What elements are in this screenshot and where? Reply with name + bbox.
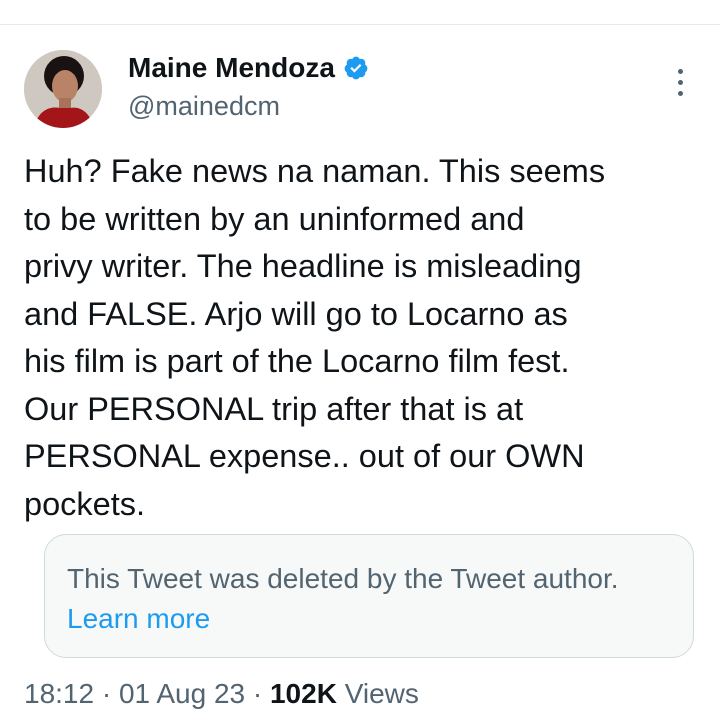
deleted-quote-card[interactable]: This Tweet was deleted by the Tweet auth… — [44, 534, 694, 658]
more-options-button[interactable] — [664, 62, 696, 102]
learn-more-link[interactable]: Learn more — [67, 603, 210, 634]
more-dot-icon — [677, 79, 683, 85]
author-display-name[interactable]: Maine Mendoza — [128, 52, 335, 84]
more-dot-icon — [677, 68, 683, 74]
tweet-text: Huh? Fake news na naman. This seems to b… — [24, 153, 606, 522]
deleted-notice: This Tweet was deleted by the Tweet auth… — [67, 559, 667, 639]
author-handle[interactable]: @mainedcm — [128, 90, 280, 122]
more-dot-icon — [677, 90, 683, 96]
tweet-date[interactable]: 01 Aug 23 — [119, 678, 245, 709]
tweet-meta: 18:12 · 01 Aug 23 · 102K Views — [24, 674, 419, 714]
meta-separator: · — [252, 678, 263, 709]
author-name-row: Maine Mendoza — [128, 52, 369, 84]
profile-photo-icon — [24, 50, 102, 128]
verified-badge-icon[interactable] — [343, 55, 369, 81]
tweet-time[interactable]: 18:12 — [24, 678, 94, 709]
views-count[interactable]: 102K — [270, 678, 337, 709]
views-label[interactable]: Views — [345, 678, 419, 709]
avatar[interactable] — [24, 50, 102, 128]
meta-separator: · — [101, 678, 112, 709]
tweet-header: Maine Mendoza @mainedcm — [0, 0, 720, 140]
deleted-notice-text: This Tweet was deleted by the Tweet auth… — [67, 563, 619, 594]
